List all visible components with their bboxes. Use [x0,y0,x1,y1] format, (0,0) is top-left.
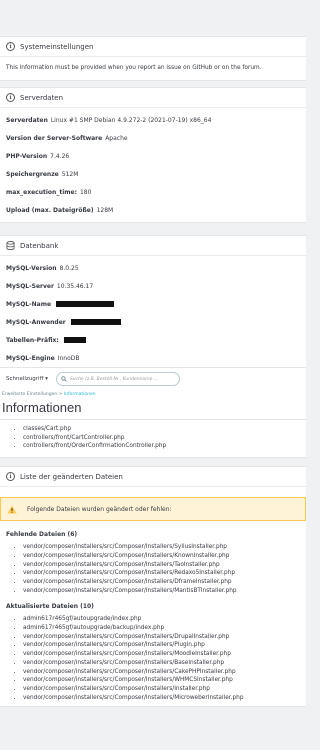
system-settings-text: This information must be provided when y… [6,65,262,71]
database-row-label: MySQL-Version [6,264,57,272]
server-row-value: Apache [105,134,128,142]
redacted-value [63,337,86,343]
database-row-label: MySQL-Engine [6,354,55,362]
file-list-item: vendor/composer/installers/src/Composer/… [23,578,300,587]
server-row-label: max_execution_time: [6,188,77,196]
database-icon [6,241,15,250]
database-row-label: MySQL-Name [6,300,52,308]
server-row-value: 7.4.26 [50,152,70,160]
server-row: Upload (max. Dateigröße) 128M [6,201,300,219]
file-list-item: vendor/composer/installers/src/Composer/… [23,676,300,685]
file-list-item: vendor/composer/installers/src/Composer/… [23,552,300,561]
warning-text: Folgende Dateien wurden geändert oder fe… [27,505,172,513]
file-list-item: vendor/composer/installers/src/Composer/… [23,659,300,668]
database-row-value: 8.0.25 [59,264,79,272]
warning-alert: Folgende Dateien wurden geändert oder fe… [0,497,306,522]
database-row-value: 10.35.46.17 [56,282,94,290]
page-title: Informationen [0,399,306,419]
breadcrumb-separator: > [58,392,63,397]
changed-files-header: i Liste der geänderten Dateien [0,467,306,488]
file-list-item: controllers/front/CartController.php [23,434,306,443]
server-row-label: Upload (max. Dateigröße) [6,206,94,214]
server-row: PHP-Version 7.4.26 [6,147,300,165]
server-row-value: 128M [96,206,114,214]
file-list-item: vendor/composer/installers/src/Composer/… [23,650,300,659]
server-panel: i Serverdaten Serverdaten Linux #1 SMP De… [0,87,306,223]
database-row-label: MySQL-Anwender [6,318,66,326]
database-row: MySQL-Server 10.35.46.17 [6,277,300,295]
missing-file-list: vendor/composer/installers/src/Composer/… [6,543,300,595]
database-row-label: Tabellen-Präfix: [6,336,59,344]
updated-files-title: Aktualisierte Dateien (10) [6,603,94,611]
file-list-item: classes/Cart.php [23,425,306,434]
file-list-item: vendor/composer/installers/src/Composer/… [23,668,300,677]
database-row: MySQL-Version 8.0.25 [6,259,300,277]
info-icon: i [6,93,15,102]
server-row: Speichergrenze 512M [6,165,300,183]
file-list-item: admin617r465gf/autoupgrade/backup/index.… [23,624,300,633]
info-icon: i [6,472,15,482]
search-placeholder: Suche (z.B. Bestell-Nr., Kundenname ... [69,376,159,382]
server-row-value: 180 [79,188,92,196]
server-row: Version der Server-Software Apache [6,129,300,147]
file-list-item: vendor/composer/installers/src/Composer/… [23,694,300,703]
file-list-item: vendor/composer/installers/src/Composer/… [23,587,300,596]
server-row: max_execution_time: 180 [6,183,300,201]
file-list-panel: classes/Cart.phpcontrollers/front/CartCo… [0,419,306,459]
database-panel: Datenbank MySQL-Version 8.0.25 MySQL-Serve… [0,235,306,368]
file-list-item: vendor/composer/installers/src/Composer/… [23,641,300,650]
file-list-item: vendor/composer/installers/src/Composer/… [23,561,300,570]
updated-file-list: admin617r465gf/autoupgrade/index.phpadmi… [6,615,300,702]
file-list-item: vendor/composer/installers/src/Composer/… [23,633,300,642]
file-list-item: vendor/composer/installers/src/Composer/… [23,685,300,694]
server-row-label: Serverdaten [6,116,48,124]
database-row: MySQL-Name [6,295,300,313]
database-header: Datenbank [0,236,306,256]
server-title: Serverdaten [20,93,64,102]
system-settings-panel: i Systemeinstellungen This information m… [0,36,306,81]
info-icon: i [6,42,15,51]
breadcrumb-current[interactable]: Informationen [64,392,96,397]
changed-files-panel: i Liste der geänderten Dateien Folgende … [0,466,306,708]
quick-access-dropdown[interactable]: Schnellzugriff ▾ [6,376,48,382]
top-file-list: classes/Cart.phpcontrollers/front/CartCo… [0,425,306,451]
breadcrumb: Erweiterte Einstellungen > Informationen [0,390,306,399]
warning-icon [7,505,17,514]
search-icon [61,376,67,382]
redacted-value [70,319,121,325]
database-row-value: InnoDB [57,354,80,362]
header-toolbar: Schnellzugriff ▾ Suche (z.B. Bestell-Nr.… [0,368,306,390]
file-list-item: controllers/front/OrderConfirmationContr… [23,442,306,451]
database-row: MySQL-Engine InnoDB [6,349,300,367]
database-row-label: MySQL-Server [6,282,54,290]
redacted-value [56,301,115,307]
file-list-item: vendor/composer/installers/src/Composer/… [23,543,300,552]
server-row-label: PHP-Version [6,152,48,160]
server-row-value: 512M [61,170,79,178]
server-header: i Serverdaten [0,88,306,108]
search-input[interactable]: Suche (z.B. Bestell-Nr., Kundenname ... [55,372,180,386]
file-list-item: admin617r465gf/autoupgrade/index.php [23,615,300,624]
server-row-label: Speichergrenze [6,170,59,178]
system-settings-title: Systemeinstellungen [20,42,94,51]
breadcrumb-parent[interactable]: Erweiterte Einstellungen [2,392,57,397]
database-row: MySQL-Anwender [6,313,300,331]
missing-files-title: Fehlende Dateien (6) [6,531,78,539]
server-row: Serverdaten Linux #1 SMP Debian 4.9.272-2… [6,111,300,129]
file-list-item: vendor/composer/installers/src/Composer/… [23,569,300,578]
system-settings-header: i Systemeinstellungen [0,37,306,57]
server-row-label: Version der Server-Software [6,134,103,142]
database-title: Datenbank [20,241,59,250]
server-row-value: Linux #1 SMP Debian 4.9.272-2 (2021-07-1… [50,116,212,124]
database-row: Tabellen-Präfix: [6,331,300,349]
changed-files-title: Liste der geänderten Dateien [20,472,123,481]
